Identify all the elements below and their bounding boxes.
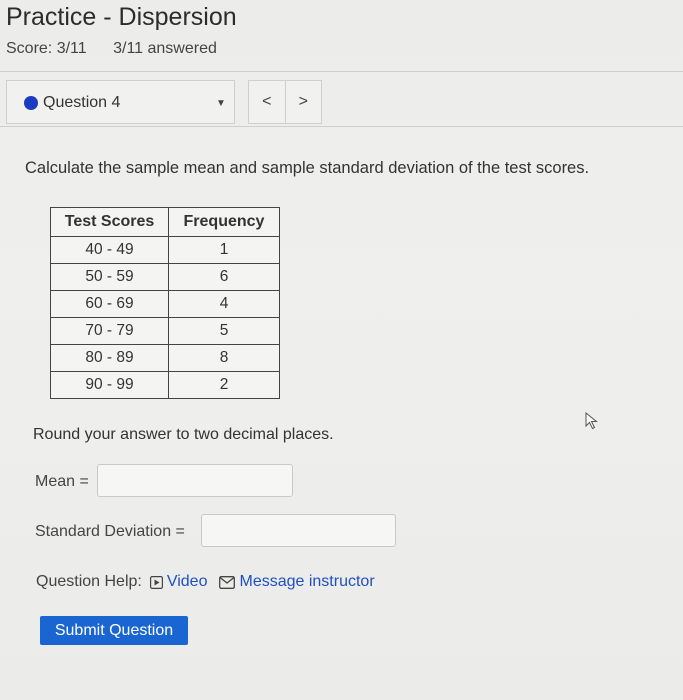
table-cell-score: 70 - 79 — [50, 317, 169, 345]
mean-label: Mean = — [35, 473, 89, 490]
mouse-cursor-icon — [585, 412, 598, 430]
status-dot-icon — [24, 96, 38, 110]
score-bar: Score: 3/11 3/11 answered — [6, 40, 217, 58]
table-cell-frequency: 8 — [168, 344, 280, 372]
question-help: Question Help: Video Message instructor — [36, 573, 375, 591]
message-instructor-label: Message instructor — [239, 573, 375, 590]
mean-input[interactable] — [97, 464, 293, 497]
table-row: 60 - 69 4 — [50, 290, 280, 318]
video-link[interactable]: Video — [149, 573, 208, 591]
table-row: 80 - 89 8 — [50, 344, 280, 372]
question-selector[interactable]: Question 4 ▼ — [6, 80, 235, 124]
table-cell-score: 90 - 99 — [50, 371, 169, 399]
table-row: 70 - 79 5 — [50, 317, 280, 345]
table-row: 50 - 59 6 — [50, 263, 280, 291]
score-text: Score: 3/11 — [6, 40, 87, 57]
question-help-label: Question Help: — [36, 573, 142, 590]
play-video-icon — [149, 575, 163, 589]
page-title: Practice - Dispersion — [6, 3, 237, 31]
table-cell-frequency: 1 — [168, 236, 280, 264]
question-selector-label: Question 4 — [43, 94, 121, 111]
question-text: Calculate the sample mean and sample sta… — [25, 159, 590, 177]
header-divider — [0, 71, 683, 72]
column-header-test-scores: Test Scores — [50, 207, 169, 237]
frequency-table: Test Scores Frequency 40 - 49 1 50 - 59 … — [50, 207, 280, 399]
table-cell-score: 60 - 69 — [50, 290, 169, 318]
message-instructor-link[interactable]: Message instructor — [219, 573, 375, 591]
table-cell-frequency: 5 — [168, 317, 280, 345]
table-row: 40 - 49 1 — [50, 236, 280, 264]
standard-deviation-input[interactable] — [201, 514, 396, 547]
table-cell-frequency: 2 — [168, 371, 280, 399]
table-cell-frequency: 6 — [168, 263, 280, 291]
table-cell-frequency: 4 — [168, 290, 280, 318]
table-cell-score: 80 - 89 — [50, 344, 169, 372]
column-header-frequency: Frequency — [168, 207, 280, 237]
rounding-instruction: Round your answer to two decimal places. — [33, 426, 334, 443]
table-cell-score: 40 - 49 — [50, 236, 169, 264]
next-question-button[interactable]: > — [286, 81, 322, 123]
answered-text: 3/11 answered — [113, 40, 217, 57]
standard-deviation-label: Standard Deviation = — [35, 523, 185, 540]
submit-question-button[interactable]: Submit Question — [40, 616, 188, 645]
table-header-row: Test Scores Frequency — [50, 207, 280, 237]
table-cell-score: 50 - 59 — [50, 263, 169, 291]
nav-divider — [0, 126, 683, 127]
video-link-label: Video — [166, 573, 208, 590]
table-row: 90 - 99 2 — [50, 371, 280, 399]
envelope-icon — [219, 575, 236, 589]
caret-down-icon: ▼ — [216, 98, 226, 109]
question-pager: < > — [248, 80, 322, 124]
previous-question-button[interactable]: < — [249, 81, 286, 123]
